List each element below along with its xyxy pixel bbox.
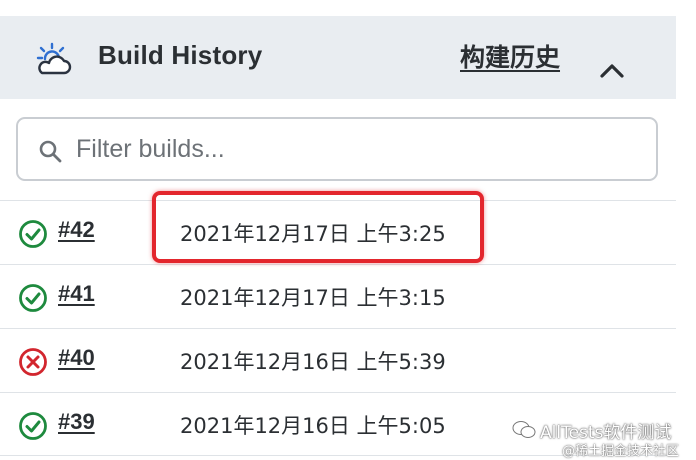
top-strip (0, 0, 696, 16)
filter-builds-box[interactable] (16, 117, 658, 181)
build-history-cn-link[interactable]: 构建历史 (460, 38, 560, 74)
build-row: #42 2021年12月17日 上午3:25 (0, 200, 676, 264)
build-timestamp[interactable]: 2021年12月17日 上午3:25 (180, 218, 446, 248)
success-check-icon (19, 284, 47, 312)
wechat-icon (512, 421, 536, 438)
build-timestamp[interactable]: 2021年12月17日 上午3:15 (180, 282, 446, 312)
right-edge (676, 0, 696, 460)
chevron-up-icon[interactable] (598, 60, 626, 80)
build-number-link[interactable]: #41 (58, 281, 95, 307)
search-icon (39, 140, 62, 163)
build-number-link[interactable]: #42 (58, 217, 95, 243)
partly-cloudy-weather-icon (36, 42, 72, 75)
success-check-icon (19, 220, 47, 248)
watermark-sub-text: @稀土掘金技术社区 (562, 444, 680, 459)
build-history-header: Build History 构建历史 (0, 16, 676, 99)
page-title: Build History (98, 40, 263, 70)
build-row: #40 2021年12月16日 上午5:39 (0, 328, 676, 392)
build-timestamp[interactable]: 2021年12月16日 上午5:05 (180, 410, 446, 440)
failed-x-icon (19, 348, 47, 376)
filter-area (0, 99, 676, 200)
watermark: AllTests软件测试 @稀土掘金技术社区 (512, 416, 692, 460)
build-number-link[interactable]: #40 (58, 345, 95, 371)
build-timestamp[interactable]: 2021年12月16日 上午5:39 (180, 346, 446, 376)
filter-builds-input[interactable] (76, 129, 636, 169)
build-number-link[interactable]: #39 (58, 409, 95, 435)
build-row: #41 2021年12月17日 上午3:15 (0, 264, 676, 328)
success-check-icon (19, 412, 47, 440)
